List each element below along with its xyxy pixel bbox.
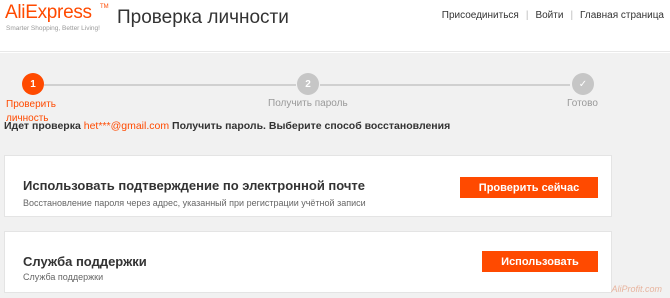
step-3-circle: ✓ — [572, 73, 594, 95]
nav-separator: | — [570, 10, 574, 21]
step-1-number: 1 — [30, 78, 36, 90]
page-title: Проверка личности — [117, 7, 289, 28]
logo-trademark: TM — [100, 4, 109, 10]
nav-separator: | — [525, 10, 529, 21]
home-link[interactable]: Главная страница — [580, 10, 664, 21]
step-3-label: Готово — [567, 98, 598, 109]
logo-text: AliExpress — [5, 2, 92, 23]
verify-now-button[interactable]: Проверить сейчас — [460, 177, 598, 198]
option-title: Служба поддержки — [23, 254, 147, 269]
progress-line-2 — [320, 84, 570, 86]
header: AliExpress TM Smarter Shopping, Better L… — [0, 0, 670, 52]
info-suffix: Получить пароль. Выберите способ восстан… — [172, 120, 451, 132]
step-1-circle: 1 — [22, 73, 44, 95]
masked-email: het***@gmail.com — [83, 120, 170, 132]
support-service-card: Служба поддержки Служба поддержки Исполь… — [4, 231, 612, 293]
check-icon: ✓ — [578, 78, 588, 90]
option-subtitle: Служба поддержки — [23, 272, 104, 282]
email-verification-card: Использовать подтверждение по электронно… — [4, 155, 612, 217]
aliexpress-logo[interactable]: AliExpress TM Smarter Shopping, Better L… — [5, 2, 109, 36]
step-2-label: Получить пароль — [268, 98, 348, 109]
info-prefix: Идет проверка — [4, 120, 81, 132]
progress-line-1 — [44, 84, 296, 86]
join-link[interactable]: Присоединиться — [442, 10, 519, 21]
verification-info: Идет проверка het***@gmail.com Получить … — [4, 120, 450, 132]
step-2-number: 2 — [305, 78, 311, 90]
logo-tagline: Smarter Shopping, Better Living! — [6, 25, 100, 32]
login-link[interactable]: Войти — [535, 10, 563, 21]
step-2-circle: 2 — [297, 73, 319, 95]
option-subtitle: Восстановление пароля через адрес, указа… — [23, 198, 366, 208]
top-nav: Присоединиться | Войти | Главная страница — [442, 10, 664, 21]
watermark: AliProfit.com — [611, 284, 662, 294]
use-support-button[interactable]: Использовать — [482, 251, 598, 272]
option-title: Использовать подтверждение по электронно… — [23, 178, 366, 193]
